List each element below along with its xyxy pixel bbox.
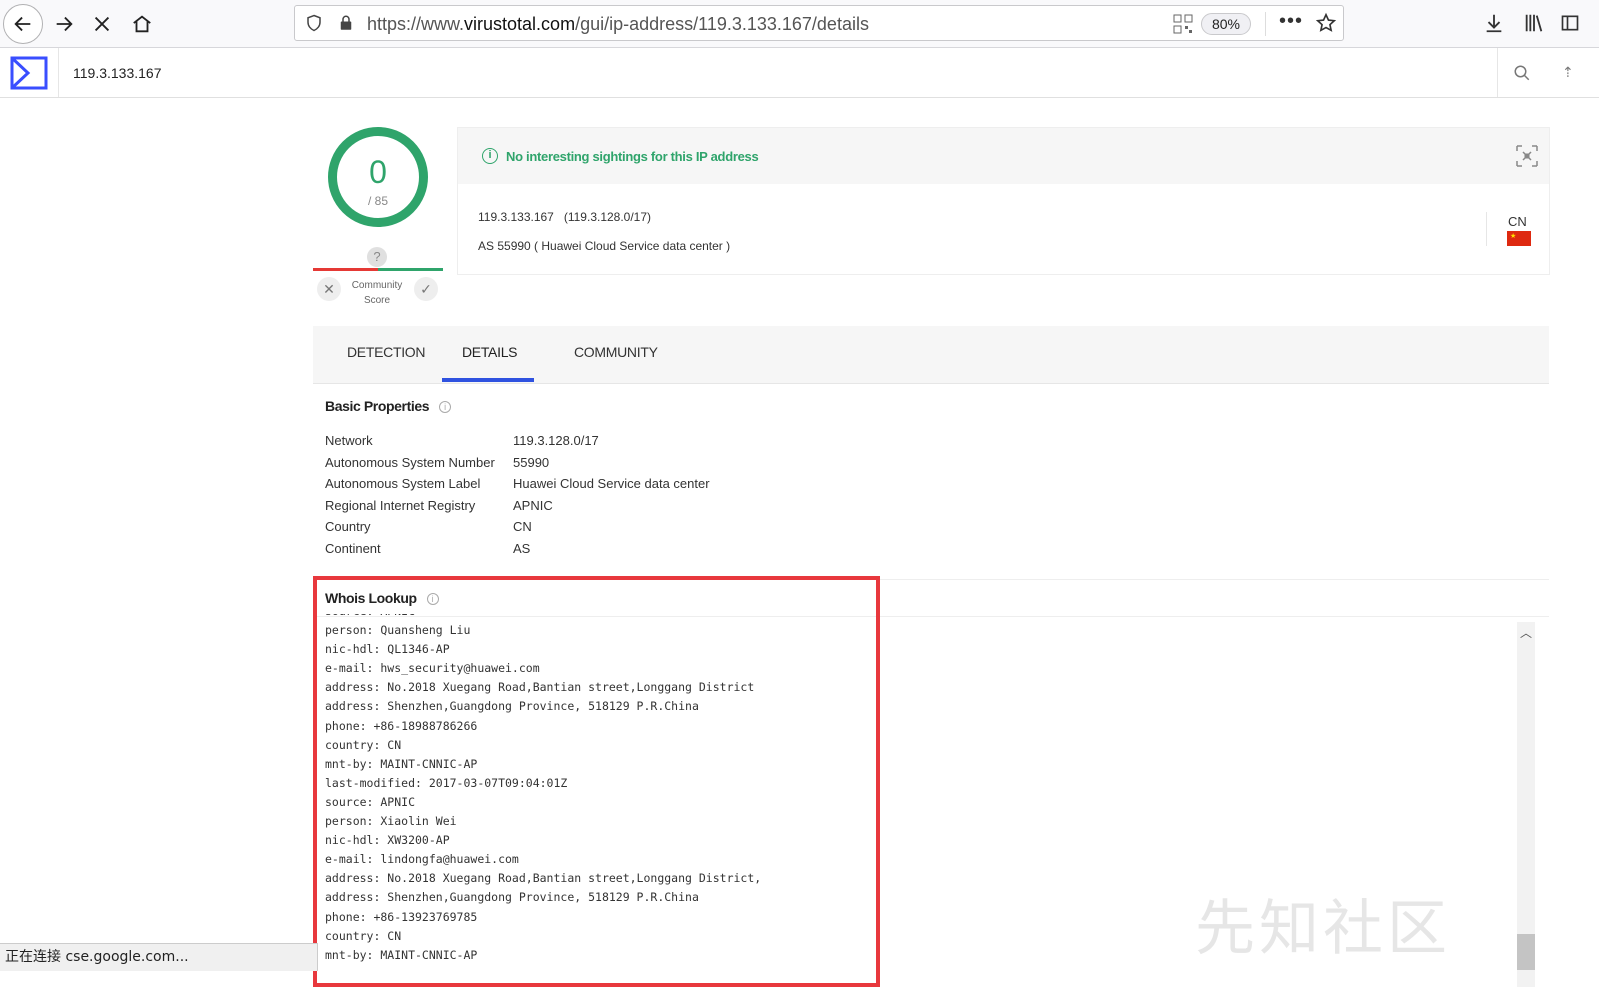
- info-icon[interactable]: i: [439, 400, 452, 413]
- arrow-right-icon: [56, 16, 73, 32]
- property-key: Autonomous System Number: [325, 455, 495, 470]
- library-icon[interactable]: [1522, 12, 1546, 34]
- property-key: Country: [325, 519, 371, 534]
- scrollbar-thumb[interactable]: [1517, 934, 1535, 970]
- upload-icon[interactable]: ⇡: [1562, 64, 1574, 81]
- whois-line: phone: +86-13923769785: [325, 909, 478, 924]
- whois-line: source: APNIC: [325, 794, 416, 809]
- bookmark-star-icon[interactable]: [1315, 12, 1337, 34]
- whois-line: address: No.2018 Xuegang Road,Bantian st…: [325, 871, 762, 886]
- whois-lines: source: APNIC person: Quansheng Liu nic-hd…: [325, 614, 761, 965]
- ip-network-line[interactable]: 119.3.133.167 (119.3.128.0/17): [478, 210, 651, 224]
- sidebar-icon[interactable]: [1560, 12, 1580, 34]
- whois-line: last-modified: 2017-03-07T09:04:01Z: [325, 775, 568, 790]
- whois-line: address: No.2018 Xuegang Road,Bantian st…: [325, 680, 755, 695]
- search-icon[interactable]: [1513, 64, 1531, 82]
- more-actions-icon[interactable]: •••: [1279, 10, 1303, 33]
- whois-line: person: Quansheng Liu: [325, 623, 471, 638]
- ip-summary-card: i No interesting sightings for this IP a…: [457, 127, 1550, 275]
- community-score-value: ?: [367, 247, 387, 267]
- tab-bar: DETECTION DETAILS COMMUNITY: [313, 326, 1549, 384]
- search-input[interactable]: 119.3.133.167: [73, 65, 162, 81]
- vote-malicious-button[interactable]: ✕: [317, 277, 341, 301]
- section-title: Basic Properties: [325, 398, 430, 414]
- home-icon: [133, 15, 151, 33]
- lock-icon[interactable]: [337, 14, 355, 32]
- as-label-line[interactable]: AS 55990 ( Huawei Cloud Service data cen…: [478, 239, 730, 253]
- whois-line: e-mail: hws_security@huawei.com: [325, 661, 540, 676]
- vote-harmless-button[interactable]: ✓: [414, 277, 438, 301]
- community-score-bar: [313, 268, 443, 271]
- section-title: Whois Lookup: [325, 590, 417, 606]
- virustotal-logo-icon[interactable]: [10, 56, 48, 90]
- watermark: 先知社区: [1195, 894, 1451, 964]
- qr-code-icon[interactable]: [1173, 14, 1193, 34]
- community-label-line: Score: [363, 295, 391, 306]
- whois-line: mnt-by: MAINT-CNNIC-AP: [325, 756, 478, 771]
- whois-line: country: CN: [325, 928, 402, 943]
- sightings-banner: i No interesting sightings for this IP a…: [458, 128, 1549, 184]
- zoom-level[interactable]: 80%: [1201, 13, 1251, 35]
- whois-line: phone: +86-18988786266: [325, 718, 478, 733]
- whois-line: address: Shenzhen,Guangdong Province, 51…: [325, 699, 699, 714]
- search-bar[interactable]: 119.3.133.167: [58, 48, 1498, 97]
- property-value[interactable]: 55990: [513, 455, 549, 470]
- whois-line: nic-hdl: QL1346-AP: [325, 642, 450, 657]
- whois-line: address: Shenzhen,Guangdong Province, 51…: [325, 890, 699, 905]
- tab-detection[interactable]: DETECTION: [347, 344, 426, 360]
- tab-details[interactable]: DETAILS: [462, 344, 518, 360]
- property-value[interactable]: Huawei Cloud Service data center: [513, 476, 710, 491]
- engine-total: / 85: [367, 194, 388, 208]
- property-key: Autonomous System Label: [325, 476, 481, 491]
- whois-line: mnt-by: MAINT-CNNIC-AP: [325, 947, 478, 962]
- whois-line: person: Xiaolin Wei: [325, 814, 457, 829]
- property-value[interactable]: 119.3.128.0/17: [513, 433, 599, 448]
- whois-line: nic-hdl: XW3200-AP: [325, 833, 450, 848]
- detection-score-ring: 0 / 85: [328, 127, 428, 227]
- china-flag-icon: ★: [1507, 231, 1531, 246]
- browser-toolbar: https://www.virustotal.com/gui/ip-addres…: [0, 0, 1599, 48]
- whois-title: Whois Lookup i: [325, 590, 439, 608]
- property-key: Regional Internet Registry: [325, 498, 476, 513]
- property-value: APNIC: [513, 498, 553, 513]
- property-value[interactable]: CN: [513, 519, 532, 534]
- community-score-label: Community Score: [346, 278, 408, 308]
- whois-line: source: APNIC: [325, 614, 761, 621]
- close-icon: [94, 16, 110, 32]
- close-icon: ✕: [323, 281, 335, 297]
- community-label-line: Community: [351, 280, 403, 291]
- property-key: Continent: [325, 541, 381, 556]
- basic-properties-title: Basic Properties i: [325, 398, 452, 416]
- scrollbar[interactable]: [1517, 622, 1535, 987]
- detection-count: 0: [369, 154, 387, 190]
- divider: [1265, 12, 1266, 36]
- tab-community[interactable]: COMMUNITY: [574, 344, 658, 360]
- home-button[interactable]: [122, 4, 162, 44]
- info-icon: i: [482, 148, 498, 164]
- arrow-left-icon: [14, 16, 31, 32]
- vt-header: 119.3.133.167 ⇡: [0, 48, 1599, 98]
- graph-icon[interactable]: [1515, 144, 1539, 168]
- country-code: CN: [1508, 214, 1527, 229]
- property-value: AS: [513, 541, 531, 556]
- info-icon[interactable]: i: [426, 592, 439, 605]
- download-icon[interactable]: [1483, 12, 1505, 34]
- active-tab-indicator: [442, 378, 534, 382]
- url-text[interactable]: https://www.virustotal.com/gui/ip-addres…: [367, 14, 869, 35]
- sightings-message: No interesting sightings for this IP add…: [506, 149, 759, 164]
- back-button[interactable]: [3, 4, 43, 44]
- whois-text[interactable]: source: APNIC person: Quansheng Liu nic-hd…: [325, 614, 865, 966]
- basic-properties-section: Basic Properties i Network 119.3.128.0/17 …: [313, 388, 1549, 580]
- divider: [1486, 212, 1487, 246]
- chevron-up-icon[interactable]: ︿: [1520, 624, 1532, 641]
- shield-icon[interactable]: [305, 14, 323, 32]
- status-bar: 正在连接 cse.google.com...: [0, 943, 318, 971]
- property-key: Network: [325, 433, 373, 448]
- check-icon: ✓: [420, 281, 432, 297]
- forward-button[interactable]: [44, 4, 84, 44]
- whois-line: e-mail: lindongfa@huawei.com: [325, 852, 519, 867]
- stop-button[interactable]: [82, 4, 122, 44]
- url-bar[interactable]: https://www.virustotal.com/gui/ip-addres…: [294, 5, 1344, 41]
- whois-line: country: CN: [325, 737, 402, 752]
